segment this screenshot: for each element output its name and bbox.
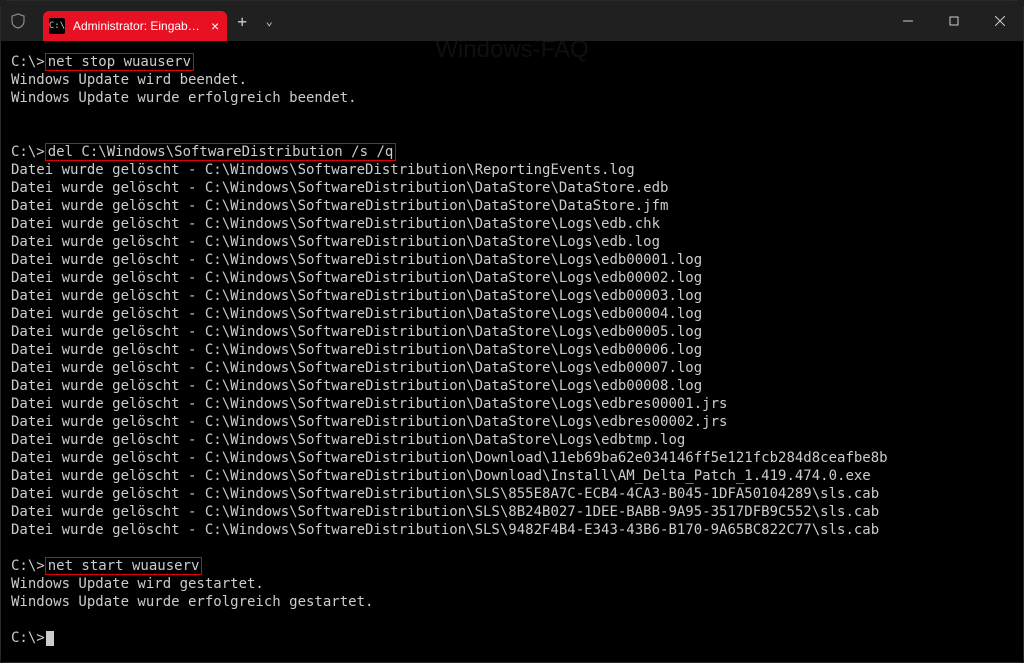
new-tab-button[interactable]: + xyxy=(227,1,257,41)
prompt: C:\> xyxy=(11,630,45,646)
prompt: C:\> xyxy=(11,144,45,160)
deleted-file-line: Datei wurde gelöscht - C:\Windows\Softwa… xyxy=(11,197,1013,215)
deleted-file-line: Datei wurde gelöscht - C:\Windows\Softwa… xyxy=(11,467,1013,485)
minimize-button[interactable] xyxy=(885,1,931,41)
maximize-button[interactable] xyxy=(931,1,977,41)
tab-dropdown-button[interactable]: ⌄ xyxy=(257,1,281,41)
terminal-output[interactable]: Windows-FAQ C:\>net stop wuauserv Window… xyxy=(1,41,1023,662)
command-2: del C:\Windows\SoftwareDistribution /s /… xyxy=(45,143,397,161)
terminal-window: C:\ Administrator: Eingabeauffor × + ⌄ W… xyxy=(0,0,1024,663)
command-1: net stop wuauserv xyxy=(45,53,194,71)
deleted-file-line: Datei wurde gelöscht - C:\Windows\Softwa… xyxy=(11,395,1013,413)
deleted-file-line: Datei wurde gelöscht - C:\Windows\Softwa… xyxy=(11,377,1013,395)
deleted-file-line: Datei wurde gelöscht - C:\Windows\Softwa… xyxy=(11,503,1013,521)
deleted-file-line: Datei wurde gelöscht - C:\Windows\Softwa… xyxy=(11,413,1013,431)
deleted-file-line: Datei wurde gelöscht - C:\Windows\Softwa… xyxy=(11,251,1013,269)
window-controls xyxy=(885,1,1023,41)
cmd-icon: C:\ xyxy=(49,18,65,34)
output-line: Windows Update wurde erfolgreich gestart… xyxy=(11,593,1013,611)
deleted-file-line: Datei wurde gelöscht - C:\Windows\Softwa… xyxy=(11,449,1013,467)
output-line: Windows Update wurde erfolgreich beendet… xyxy=(11,89,1013,107)
tab-title: Administrator: Eingabeauffor xyxy=(73,19,203,33)
active-tab[interactable]: C:\ Administrator: Eingabeauffor × xyxy=(43,11,227,41)
output-line: Windows Update wird gestartet. xyxy=(11,575,1013,593)
deleted-file-line: Datei wurde gelöscht - C:\Windows\Softwa… xyxy=(11,431,1013,449)
deleted-file-line: Datei wurde gelöscht - C:\Windows\Softwa… xyxy=(11,341,1013,359)
prompt: C:\> xyxy=(11,54,45,70)
deleted-file-line: Datei wurde gelöscht - C:\Windows\Softwa… xyxy=(11,485,1013,503)
deleted-file-line: Datei wurde gelöscht - C:\Windows\Softwa… xyxy=(11,215,1013,233)
close-button[interactable] xyxy=(977,1,1023,41)
deleted-file-line: Datei wurde gelöscht - C:\Windows\Softwa… xyxy=(11,179,1013,197)
deleted-file-line: Datei wurde gelöscht - C:\Windows\Softwa… xyxy=(11,521,1013,539)
tab-close-button[interactable]: × xyxy=(211,19,219,33)
command-3: net start wuauserv xyxy=(45,557,203,575)
deleted-file-line: Datei wurde gelöscht - C:\Windows\Softwa… xyxy=(11,233,1013,251)
deleted-file-line: Datei wurde gelöscht - C:\Windows\Softwa… xyxy=(11,305,1013,323)
deleted-file-line: Datei wurde gelöscht - C:\Windows\Softwa… xyxy=(11,359,1013,377)
deleted-file-line: Datei wurde gelöscht - C:\Windows\Softwa… xyxy=(11,287,1013,305)
deleted-file-line: Datei wurde gelöscht - C:\Windows\Softwa… xyxy=(11,161,1013,179)
deleted-file-line: Datei wurde gelöscht - C:\Windows\Softwa… xyxy=(11,323,1013,341)
text-cursor xyxy=(46,631,54,646)
prompt: C:\> xyxy=(11,558,45,574)
titlebar[interactable]: C:\ Administrator: Eingabeauffor × + ⌄ xyxy=(1,1,1023,41)
output-line: Windows Update wird beendet. xyxy=(11,71,1013,89)
deleted-file-line: Datei wurde gelöscht - C:\Windows\Softwa… xyxy=(11,269,1013,287)
uac-shield-icon xyxy=(1,1,35,41)
